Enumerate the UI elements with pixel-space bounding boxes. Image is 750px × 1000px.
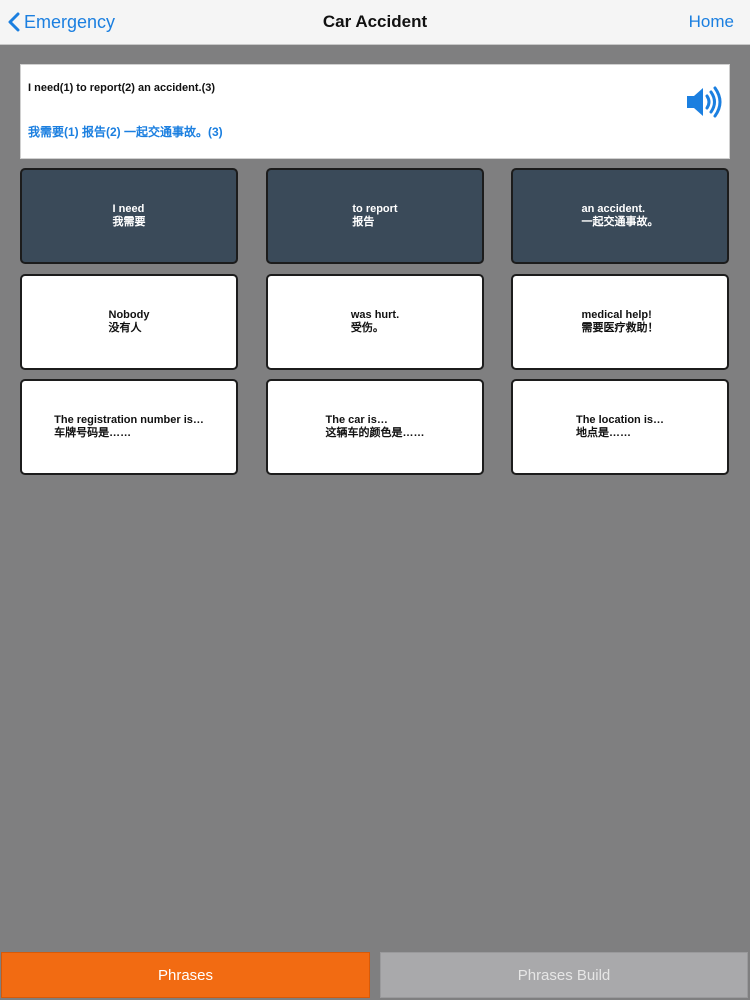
card-english: medical help! — [581, 309, 652, 321]
phrase-card-nobody[interactable]: Nobody 没有人 — [20, 274, 238, 370]
tab-bar: Phrases Phrases Build — [0, 950, 750, 1000]
sentence-chinese: 我需要(1) 报告(2) 一起交通事故。(3) — [28, 125, 223, 139]
speaker-icon[interactable] — [685, 85, 723, 119]
card-chinese: 地点是…… — [575, 427, 631, 439]
phrase-card-to-report[interactable]: to report 报告 — [266, 168, 484, 264]
card-english: was hurt. — [350, 309, 400, 321]
card-chinese: 报告 — [352, 216, 375, 228]
card-chinese: 车牌号码是…… — [54, 427, 132, 439]
card-chinese: 受伤。 — [350, 322, 384, 334]
card-english: The car is… — [325, 414, 388, 426]
card-english: Nobody — [108, 309, 150, 321]
phrase-card-was-hurt[interactable]: was hurt. 受伤。 — [266, 274, 484, 370]
phrase-card-i-need[interactable]: I need 我需要 — [20, 168, 238, 264]
card-english: The registration number is… — [54, 414, 204, 426]
card-chinese: 我需要 — [112, 216, 146, 228]
nav-bar: Emergency Car Accident Home — [0, 0, 750, 45]
home-button[interactable]: Home — [689, 0, 734, 44]
phrase-card-an-accident[interactable]: an accident. 一起交通事故。 — [511, 168, 729, 264]
tab-phrases[interactable]: Phrases — [1, 952, 370, 998]
card-chinese: 这辆车的颜色是…… — [325, 427, 425, 439]
card-english: The location is… — [575, 414, 664, 426]
page-title: Car Accident — [322, 12, 428, 31]
phrase-card-location[interactable]: The location is… 地点是…… — [511, 379, 729, 475]
card-chinese: 没有人 — [108, 322, 142, 334]
card-english: an accident. — [581, 203, 646, 215]
card-english: to report — [352, 203, 398, 215]
tab-phrases-build[interactable]: Phrases Build — [380, 952, 748, 998]
phrase-card-car-color[interactable]: The car is… 这辆车的颜色是…… — [266, 379, 484, 475]
phrase-card-registration-number[interactable]: The registration number is… 车牌号码是…… — [20, 379, 238, 475]
sentence-english: I need(1) to report(2) an accident.(3) — [28, 82, 216, 94]
card-english: I need — [112, 203, 145, 215]
card-chinese: 需要医疗救助！ — [581, 322, 659, 334]
phrase-card-medical-help[interactable]: medical help! 需要医疗救助！ — [511, 274, 729, 370]
card-chinese: 一起交通事故。 — [581, 216, 659, 228]
sentence-panel: I need(1) to report(2) an accident.(3) 我… — [20, 64, 730, 159]
